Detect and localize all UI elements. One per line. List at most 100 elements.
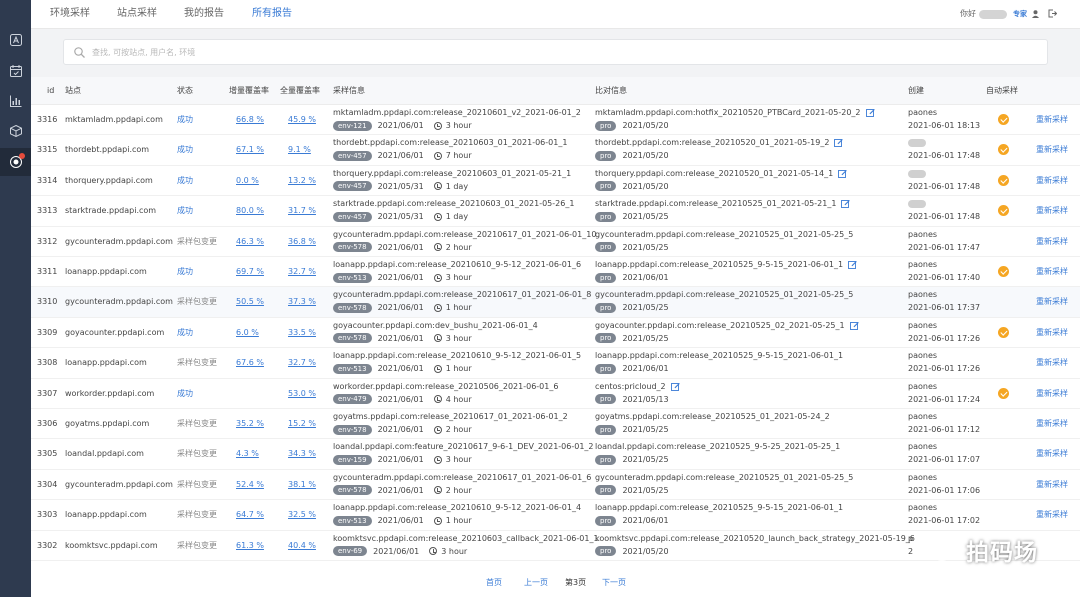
- pager-prev[interactable]: 上一页: [524, 577, 548, 589]
- row-status[interactable]: 成功: [177, 135, 193, 164]
- row-full-coverage[interactable]: 36.8 %: [288, 227, 316, 256]
- row-status[interactable]: 成功: [177, 105, 193, 134]
- resample-button[interactable]: 重新采样: [1036, 379, 1068, 408]
- row-full-coverage[interactable]: 38.1 %: [288, 470, 316, 499]
- row-full-coverage[interactable]: 34.3 %: [288, 439, 316, 468]
- row-status[interactable]: 成功: [177, 196, 193, 225]
- row-inc-coverage[interactable]: 67.6 %: [236, 348, 264, 377]
- tab-env-sampling[interactable]: 环境采样: [50, 0, 90, 29]
- row-compare-name: goyatms.ppdapi.com:release_20210525_01_2…: [595, 412, 830, 422]
- row-full-coverage[interactable]: 9.1 %: [288, 135, 311, 164]
- auto-sample-check-icon: [998, 387, 1009, 399]
- row-inc-coverage[interactable]: 4.3 %: [236, 439, 259, 468]
- pro-link[interactable]: 专家: [1013, 0, 1027, 28]
- resample-button[interactable]: 重新采样: [1036, 318, 1068, 347]
- row-inc-coverage[interactable]: 46.3 %: [236, 227, 264, 256]
- row-id: 3311: [37, 267, 58, 276]
- logout-icon[interactable]: [1048, 9, 1057, 18]
- row-full-coverage[interactable]: 53.0 %: [288, 379, 316, 408]
- row-full-coverage[interactable]: 37.3 %: [288, 287, 316, 316]
- row-compare-meta: pro 2021/05/25: [595, 211, 669, 222]
- row-compare-name: gycounteradm.ppdapi.com:release_20210525…: [595, 473, 853, 483]
- row-full-coverage[interactable]: 40.4 %: [288, 531, 316, 560]
- pager-next[interactable]: 下一页: [602, 577, 626, 589]
- edit-icon[interactable]: [834, 138, 844, 148]
- row-inc-coverage[interactable]: 64.7 %: [236, 500, 264, 529]
- row-inc-coverage[interactable]: 52.4 %: [236, 470, 264, 499]
- tab-site-sampling[interactable]: 站点采样: [117, 0, 157, 29]
- row-inc-coverage[interactable]: 80.0 %: [236, 196, 264, 225]
- row-inc-coverage[interactable]: 66.8 %: [236, 105, 264, 134]
- row-full-coverage[interactable]: 13.2 %: [288, 166, 316, 195]
- resample-button[interactable]: 重新采样: [1036, 348, 1068, 377]
- row-inc-coverage[interactable]: 0.0 %: [236, 166, 259, 195]
- sidebar-item-cube[interactable]: [0, 117, 31, 145]
- row-status[interactable]: 成功: [177, 166, 193, 195]
- resample-button[interactable]: 重新采样: [1036, 409, 1068, 438]
- row-status: 采样包变更: [177, 510, 217, 520]
- row-creator: p: [908, 533, 914, 543]
- edit-icon[interactable]: [670, 382, 680, 391]
- row-created-time: 2021-06-01 17:26: [908, 333, 981, 343]
- edit-icon[interactable]: [848, 260, 857, 269]
- resample-button[interactable]: 重新采样: [1036, 257, 1068, 286]
- sample-duration: 4 hour: [445, 394, 472, 404]
- row-full-coverage[interactable]: 31.7 %: [288, 196, 316, 225]
- compare-date: 2021/05/25: [622, 242, 669, 252]
- tab-all-reports[interactable]: 所有报告: [252, 0, 292, 29]
- row-status[interactable]: 成功: [177, 257, 193, 286]
- row-full-coverage[interactable]: 32.7 %: [288, 257, 316, 286]
- resample-button[interactable]: 重新采样: [1036, 105, 1068, 134]
- sample-date: 2021/06/01: [377, 364, 424, 374]
- row-id: 3316: [37, 115, 58, 124]
- user-icon[interactable]: [1032, 10, 1039, 18]
- row-full-coverage[interactable]: 32.7 %: [288, 348, 316, 377]
- app-icon: [9, 34, 22, 46]
- resample-button[interactable]: 重新采样: [1036, 166, 1068, 195]
- pager-first[interactable]: 首页: [486, 577, 502, 589]
- edit-icon[interactable]: [838, 169, 847, 178]
- edit-icon[interactable]: [865, 108, 875, 117]
- row-status[interactable]: 成功: [177, 379, 193, 408]
- sample-date: 2021/05/31: [377, 212, 424, 222]
- sidebar-item-app[interactable]: [0, 26, 31, 54]
- row-inc-coverage[interactable]: 35.2 %: [236, 409, 264, 438]
- sidebar-item-calendar[interactable]: [0, 57, 31, 85]
- row-full-coverage[interactable]: 33.5 %: [288, 318, 316, 347]
- row-created-time: 2021-06-01 17:48: [908, 151, 981, 161]
- resample-button[interactable]: 重新采样: [1036, 135, 1068, 164]
- compare-name: loanapp.ppdapi.com:release_20210525_9-5-…: [595, 503, 844, 513]
- resample-button[interactable]: 重新采样: [1036, 287, 1068, 316]
- row-created-time: 2021-06-01 17:06: [908, 485, 981, 495]
- row-full-coverage[interactable]: 45.9 %: [288, 105, 316, 134]
- resample-button[interactable]: 重新采样: [1036, 439, 1068, 468]
- row-inc-coverage[interactable]: 61.3 %: [236, 531, 264, 560]
- row-site: thorquery.ppdapi.com: [65, 175, 153, 185]
- row-full-coverage[interactable]: 32.5 %: [288, 500, 316, 529]
- row-compare-meta: pro 2021/05/25: [595, 485, 669, 496]
- row-id: 3302: [37, 540, 58, 550]
- resample-button[interactable]: 重新采样: [1036, 227, 1068, 256]
- resample-button[interactable]: 重新采样: [1036, 470, 1068, 499]
- search-input[interactable]: [92, 40, 992, 64]
- resample-button[interactable]: 重新采样: [1036, 196, 1068, 225]
- sidebar-item-record[interactable]: [0, 148, 31, 176]
- tab-my-reports[interactable]: 我的报告: [184, 0, 224, 29]
- row-inc-coverage[interactable]: 6.0 %: [236, 318, 259, 347]
- edit-icon[interactable]: [849, 321, 859, 330]
- env-badge: env-457: [333, 150, 372, 161]
- col-status: 状态: [177, 86, 193, 95]
- sidebar-item-chart[interactable]: [0, 87, 31, 115]
- resample-button[interactable]: 重新采样: [1036, 500, 1068, 529]
- row-full-coverage[interactable]: 15.2 %: [288, 409, 316, 438]
- env-badge: env-578: [333, 424, 372, 435]
- edit-icon[interactable]: [841, 199, 851, 209]
- search-box: [63, 39, 1048, 65]
- env-badge: env-578: [333, 333, 372, 344]
- row-inc-coverage[interactable]: 67.1 %: [236, 135, 264, 164]
- row-inc-coverage[interactable]: 69.7 %: [236, 257, 264, 286]
- cube-icon: [9, 125, 22, 137]
- row-creator: paones: [908, 108, 938, 117]
- row-status[interactable]: 成功: [177, 318, 193, 347]
- row-inc-coverage[interactable]: 50.5 %: [236, 287, 264, 316]
